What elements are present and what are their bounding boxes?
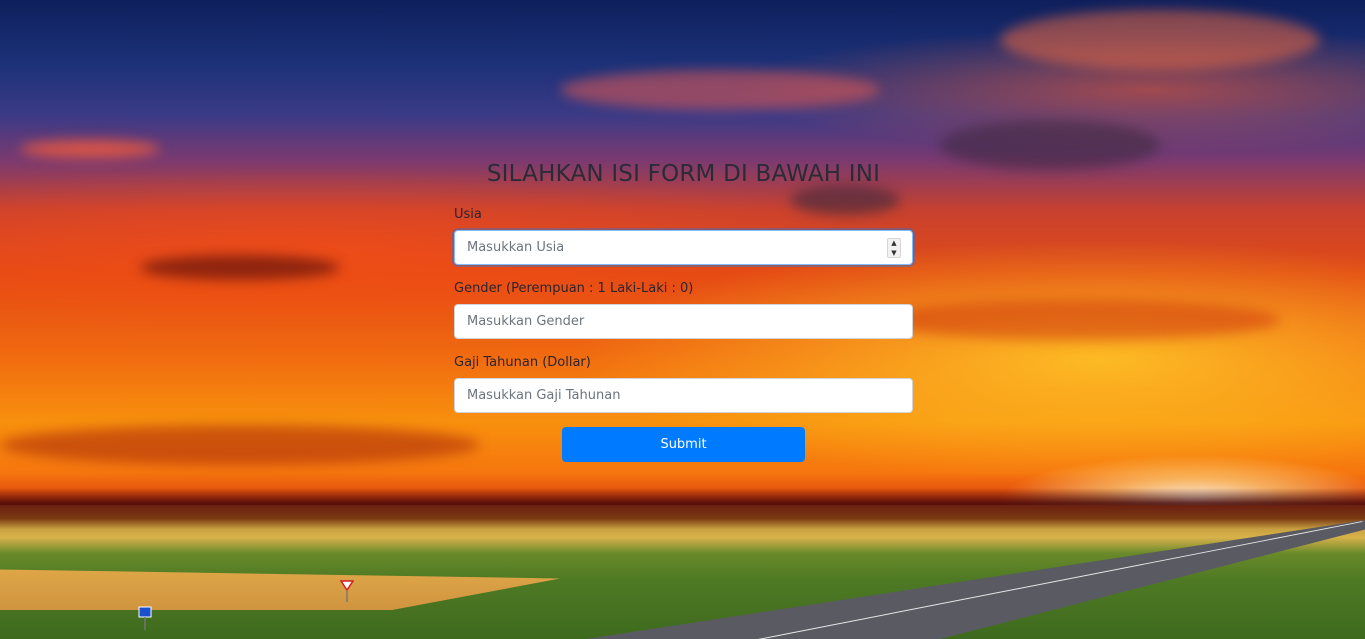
gaji-input[interactable]: [454, 378, 913, 413]
form-container: SILAHKAN ISI FORM DI BAWAH INI Usia ▲ ▼ …: [454, 160, 913, 462]
cloud-shape: [940, 120, 1160, 170]
cloud-shape: [1000, 10, 1320, 70]
cloud-shape: [140, 255, 340, 280]
spinner-up-icon[interactable]: ▲: [891, 239, 896, 247]
cloud-shape: [560, 70, 880, 110]
up-down-arrows-icon[interactable]: ▲ ▼: [887, 238, 901, 258]
cloud-shape: [20, 140, 160, 158]
gaji-label: Gaji Tahunan (Dollar): [454, 355, 591, 370]
usia-input[interactable]: [454, 230, 913, 265]
usia-label: Usia: [454, 207, 482, 222]
usia-input-wrap: ▲ ▼: [454, 230, 913, 265]
cloud-shape: [880, 300, 1280, 340]
form-group-gender: Gender (Perempuan : 1 Laki-Laki : 0): [454, 281, 913, 339]
cloud-shape: [0, 425, 480, 465]
submit-button[interactable]: Submit: [562, 427, 805, 462]
gender-label: Gender (Perempuan : 1 Laki-Laki : 0): [454, 281, 694, 296]
form-group-usia: Usia ▲ ▼: [454, 207, 913, 265]
page-title: SILAHKAN ISI FORM DI BAWAH INI: [486, 161, 881, 187]
spinner-down-icon[interactable]: ▼: [891, 249, 896, 257]
gender-input[interactable]: [454, 304, 913, 339]
page-background: SILAHKAN ISI FORM DI BAWAH INI Usia ▲ ▼ …: [0, 0, 1365, 639]
submit-row: Submit: [454, 427, 913, 462]
form-group-gaji: Gaji Tahunan (Dollar): [454, 355, 913, 413]
yield-sign-icon: [340, 580, 354, 602]
road-sign-icon: [138, 606, 152, 630]
